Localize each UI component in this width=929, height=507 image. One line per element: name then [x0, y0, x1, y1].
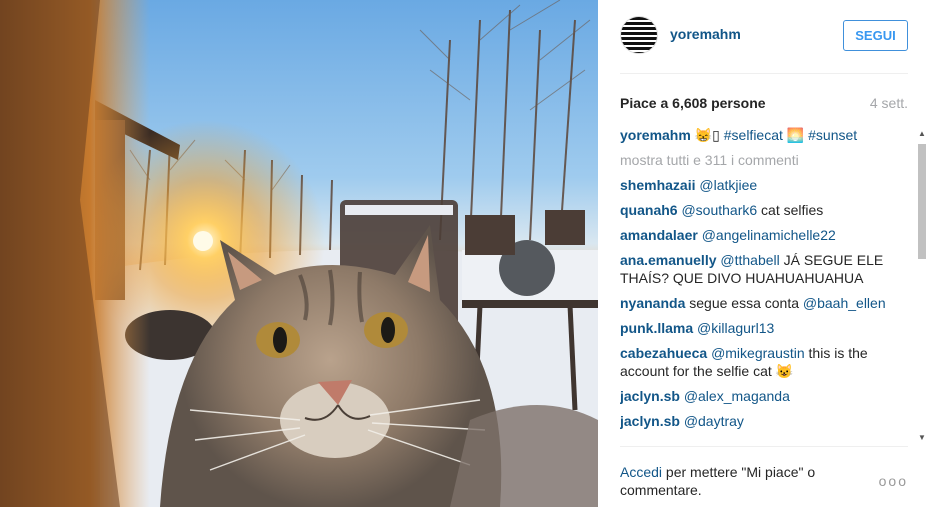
post-header: yoremahm SEGUI: [620, 14, 908, 74]
comment-author[interactable]: ana.emanuelly: [620, 252, 717, 268]
comments-scrollbar[interactable]: ▲ ▼: [915, 126, 929, 444]
more-options-icon[interactable]: ooo: [879, 473, 908, 489]
hashtag-selfiecat[interactable]: #selfiecat: [724, 127, 783, 143]
comment-item: amandalaer @angelinamichelle22: [620, 226, 900, 244]
comment-mention[interactable]: @baah_ellen: [803, 295, 886, 311]
post-time[interactable]: 4 sett.: [870, 95, 908, 111]
cat-selfie-image: [0, 0, 598, 507]
comment-author[interactable]: nyananda: [620, 295, 685, 311]
caption: yoremahm 😸▯ #selfiecat 🌅 #sunset: [620, 126, 900, 144]
comment-mention[interactable]: @killagurl13: [697, 320, 774, 336]
login-link[interactable]: Accedi: [620, 464, 662, 480]
post-footer: Accedi per mettere "Mi piace" o commenta…: [620, 446, 908, 507]
show-all-comments-link[interactable]: mostra tutti e 311 i commenti: [620, 151, 900, 169]
comment-item: nyananda segue essa conta @baah_ellen: [620, 294, 900, 312]
comment-item: cabezahueca @mikegraustin this is the ac…: [620, 344, 900, 380]
comment-item: punk.llama @killagurl13: [620, 319, 900, 337]
follow-button[interactable]: SEGUI: [843, 20, 908, 51]
scrollbar-thumb[interactable]: [918, 144, 926, 259]
comment-item: quanah6 @southark6 cat selfies: [620, 201, 900, 219]
comment-author[interactable]: jaclyn.sb: [620, 388, 680, 404]
comment-author[interactable]: quanah6: [620, 202, 678, 218]
comment-text: segue essa conta: [689, 295, 799, 311]
comment-mention[interactable]: @angelinamichelle22: [702, 227, 836, 243]
comments-list[interactable]: yoremahm 😸▯ #selfiecat 🌅 #sunset mostra …: [620, 126, 929, 446]
caption-author[interactable]: yoremahm: [620, 127, 691, 143]
post-side-panel: yoremahm SEGUI Piace a 6,608 persone 4 s…: [598, 0, 929, 507]
comment-item: ana.emanuelly @tthabell JÁ SEGUE ELE THA…: [620, 251, 900, 287]
comment-item: shemhazaii @latkjiee: [620, 176, 900, 194]
comment-author[interactable]: cabezahueca: [620, 345, 707, 361]
scroll-up-arrow-icon[interactable]: ▲: [915, 126, 929, 140]
comment-text: cat selfies: [757, 202, 824, 218]
comment-mention[interactable]: @daytray: [684, 413, 744, 429]
comment-item: jaclyn.sb @alex_maganda: [620, 387, 900, 405]
post-photo[interactable]: [0, 0, 598, 507]
missing-glyph-box: ▯: [712, 127, 720, 143]
scroll-down-arrow-icon[interactable]: ▼: [915, 430, 929, 444]
hashtag-sunset[interactable]: #sunset: [808, 127, 857, 143]
emoji-sunset-icon: 🌅: [786, 127, 805, 143]
comment-mention[interactable]: @tthabell: [720, 252, 779, 268]
comment-mention[interactable]: @alex_maganda: [684, 388, 790, 404]
avatar[interactable]: [620, 16, 658, 54]
likes-count: Piace a 6,608 persone: [620, 95, 766, 111]
comment-mention[interactable]: @mikegraustin: [711, 345, 805, 361]
login-prompt: Accedi per mettere "Mi piace" o commenta…: [620, 463, 850, 499]
comment-mention[interactable]: @southark6: [681, 202, 757, 218]
comment-author[interactable]: shemhazaii: [620, 177, 695, 193]
emoji-cat-icon: 😸: [694, 127, 713, 143]
comment-author[interactable]: jaclyn.sb: [620, 413, 680, 429]
comment-author[interactable]: amandalaer: [620, 227, 698, 243]
comment-mention[interactable]: @latkjiee: [699, 177, 757, 193]
author-username[interactable]: yoremahm: [670, 26, 741, 42]
likes-row: Piace a 6,608 persone 4 sett.: [620, 95, 908, 115]
comment-author[interactable]: punk.llama: [620, 320, 693, 336]
comment-item: jaclyn.sb @daytray: [620, 412, 900, 430]
